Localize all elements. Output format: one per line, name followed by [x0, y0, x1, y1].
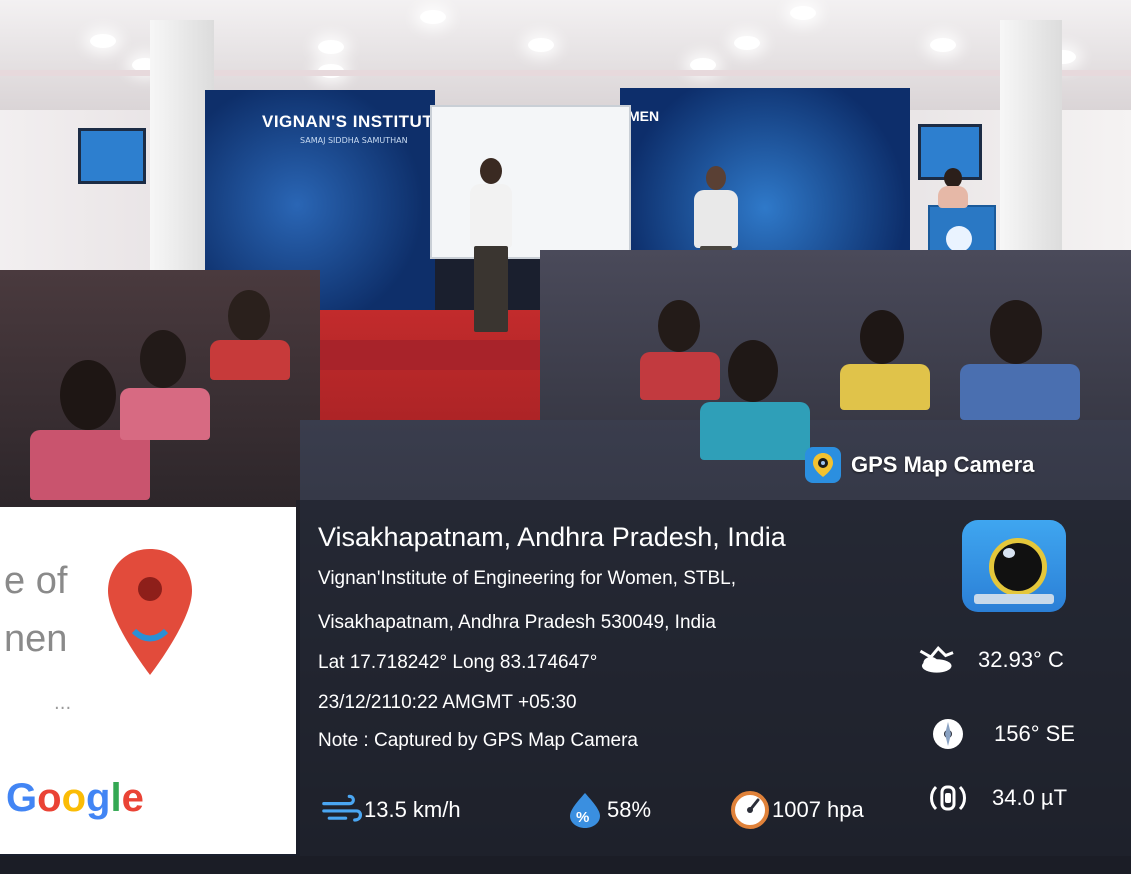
gps-map-camera-badge: GPS Map Camera — [805, 445, 1034, 485]
weather-cloud-icon — [916, 640, 956, 680]
address-line-1: Vignan'Institute of Engineering for Wome… — [318, 568, 736, 589]
projector-screen — [430, 105, 631, 259]
magnet-field-icon — [928, 778, 968, 818]
backdrop-title: VIGNAN'S INSTITUTE — [262, 112, 446, 131]
wind-value: 13.5 km/h — [364, 797, 461, 822]
temperature-metric: 32.93° C — [916, 640, 1064, 680]
note: Note : Captured by GPS Map Camera — [318, 730, 638, 751]
badge-label: GPS Map Camera — [851, 452, 1035, 477]
map-label-line-2: nen — [4, 618, 68, 660]
datetime: 23/12/2110:22 AMGMT +05:30 — [318, 692, 577, 713]
temperature-value: 32.93° C — [978, 647, 1064, 672]
audience-member — [210, 290, 290, 380]
magnetic-value: 34.0 µT — [992, 785, 1068, 810]
stage-edge — [290, 340, 540, 370]
ceiling-light — [528, 38, 554, 52]
ceiling-light — [790, 6, 816, 20]
wind-icon — [322, 790, 362, 830]
backdrop-subtitle: SAMAJ SIDDHA SAMUTHAN — [300, 136, 408, 145]
podium-logo — [946, 226, 972, 252]
pressure-gauge-icon — [730, 790, 770, 830]
coordinates: Lat 17.718242° Long 83.174647° — [318, 652, 598, 673]
bottom-strip — [0, 856, 1131, 874]
audience-member — [840, 310, 930, 410]
svg-text:%: % — [576, 809, 589, 826]
location-title: Visakhapatnam, Andhra Pradesh, India — [318, 522, 786, 552]
camera-lens-icon — [989, 538, 1047, 596]
compass-metric: 156° SE — [928, 714, 1075, 754]
audience-member — [120, 330, 210, 440]
speaker — [464, 158, 520, 334]
audience-member — [640, 300, 720, 400]
ceiling-light — [930, 38, 956, 52]
compass-value: 156° SE — [994, 721, 1075, 746]
photo: VIGNAN'S INSTITUTE SAMAJ SIDDHA SAMUTHAN… — [0, 0, 1131, 874]
ceiling-light — [90, 34, 116, 48]
presenter-at-podium — [936, 168, 970, 208]
ceiling-light — [318, 40, 344, 54]
pressure-value: 1007 hpa — [772, 797, 864, 822]
map-pin-icon — [108, 549, 192, 675]
humidity-drop-icon: % — [565, 790, 605, 830]
pressure-metric: 1007 hpa — [730, 790, 864, 830]
map-ellipsis: ... — [54, 693, 72, 714]
backdrop-title-right: MEN — [628, 108, 660, 124]
wall-monitor — [78, 128, 146, 184]
address-line-2: Visakhapatnam, Andhra Pradesh 530049, In… — [318, 612, 716, 633]
humidity-metric: % 58% — [565, 790, 651, 830]
ceiling-light — [734, 36, 760, 50]
wind-metric: 13.5 km/h — [322, 790, 461, 830]
audience-member — [960, 300, 1080, 420]
google-logo: Google — [6, 776, 144, 820]
gps-map-camera-app-icon — [962, 520, 1066, 612]
map-pin-camera-icon — [805, 447, 841, 483]
ceiling-light — [420, 10, 446, 24]
compass-icon — [928, 714, 968, 754]
map-label-line-1: e of — [4, 560, 68, 602]
magnetic-metric: 34.0 µT — [928, 778, 1067, 818]
humidity-value: 58% — [607, 797, 652, 822]
